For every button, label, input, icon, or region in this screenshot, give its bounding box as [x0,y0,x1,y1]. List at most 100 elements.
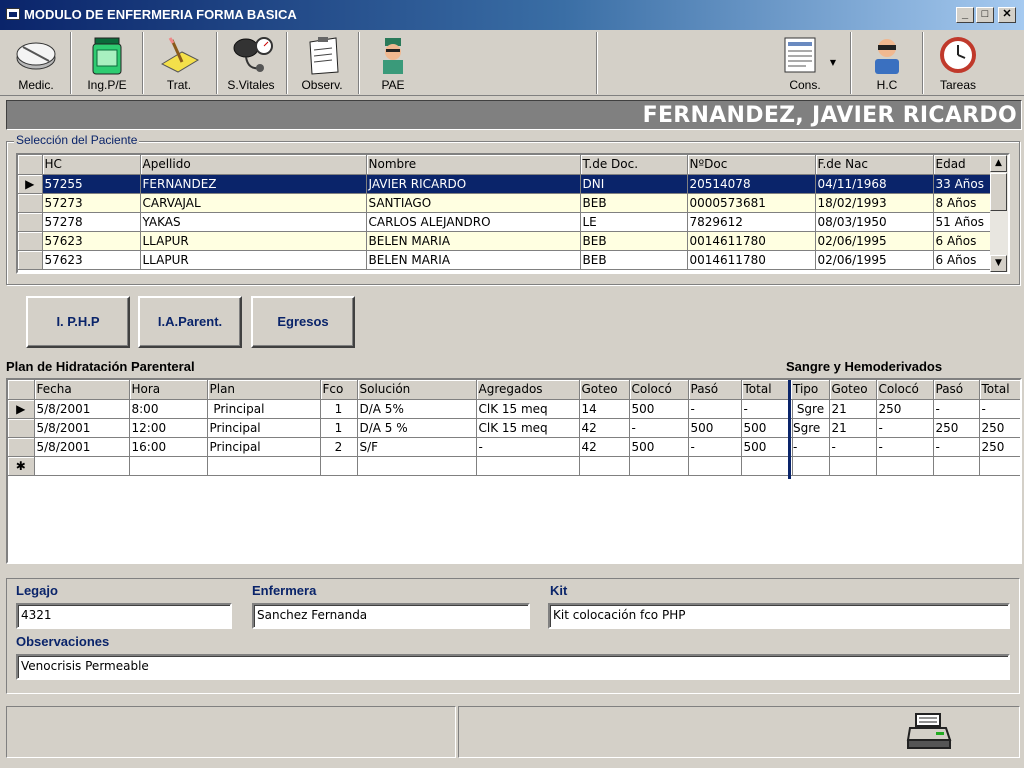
table-cell[interactable]: Principal [207,399,321,419]
new-row-asterisk-icon[interactable]: ✱ [8,456,35,476]
iphp-button[interactable]: I. P.H.P [26,296,130,348]
row-selector[interactable] [18,250,43,270]
column-header[interactable]: Tipo [791,380,830,400]
table-row[interactable]: 5/8/2001 12:00 Principal 1 D/A 5 % ClK 1… [8,418,793,438]
column-header[interactable]: HC [42,155,141,175]
print-button[interactable] [906,712,952,752]
column-header[interactable]: Total [741,380,793,400]
table-row[interactable]: ▶ 5/8/2001 8:00 Principal 1 D/A 5% ClK 1… [8,399,793,419]
table-cell[interactable]: 12:00 [129,418,208,438]
row-selector-arrow-icon[interactable]: ▶ [18,174,43,194]
table-cell[interactable]: 2 [320,437,358,457]
column-header[interactable]: Edad [933,155,993,175]
ing-pe-button[interactable]: Ing.P/E [76,32,138,94]
table-cell[interactable]: - [876,418,934,438]
table-cell[interactable]: 500 [629,437,689,457]
scroll-thumb[interactable] [990,173,1007,211]
table-cell[interactable]: ClK 15 meq [476,399,580,419]
table-cell[interactable]: 250 [979,418,1020,438]
tareas-button[interactable]: Tareas [928,32,988,94]
table-cell[interactable]: 250 [933,418,980,438]
enfermera-field[interactable]: Sanchez Fernanda [252,603,530,629]
table-cell[interactable]: 500 [741,418,793,438]
hc-button[interactable]: H.C [858,32,916,94]
table-cell[interactable]: - [933,437,980,457]
table-row[interactable]: Sgre 21 - 250 250 [791,418,1020,438]
table-cell[interactable]: 1 [320,399,358,419]
table-row[interactable]: 57623 LLAPUR BELEN MARIA BEB 0014611780 … [18,250,993,270]
table-cell[interactable]: 500 [629,399,689,419]
column-header[interactable]: Pasó [933,380,980,400]
table-cell[interactable]: - [791,437,830,457]
patient-grid[interactable]: HC Apellido Nombre T.de Doc. NºDoc F.de … [16,153,1010,274]
table-cell[interactable]: 5/8/2001 [34,437,130,457]
cons-dropdown-arrow[interactable]: ▼ [830,58,836,67]
column-header[interactable]: Colocó [876,380,934,400]
column-header[interactable]: Goteo [829,380,877,400]
column-header[interactable]: T.de Doc. [580,155,688,175]
table-cell[interactable]: 14 [579,399,630,419]
column-header[interactable]: Plan [207,380,321,400]
table-cell[interactable]: - [876,437,934,457]
table-cell[interactable]: 42 [579,418,630,438]
pae-button[interactable]: PAE [364,32,422,94]
table-cell[interactable]: 16:00 [129,437,208,457]
cons-button[interactable]: ▼ Cons. [772,32,838,94]
column-header[interactable]: Nombre [366,155,581,175]
table-cell[interactable]: - [688,437,742,457]
sangre-grid[interactable]: Tipo Goteo Colocó Pasó Total Sgre 21 250… [791,380,1020,476]
table-cell[interactable]: Principal [207,418,321,438]
column-header[interactable]: Solución [357,380,477,400]
table-cell[interactable]: - [741,399,793,419]
table-cell[interactable]: - [629,418,689,438]
column-header[interactable]: Goteo [579,380,630,400]
row-selector[interactable] [8,418,35,438]
egresos-button[interactable]: Egresos [251,296,355,348]
new-row[interactable] [791,456,1020,476]
table-row[interactable]: ▶ 57255 FERNANDEZ JAVIER RICARDO DNI 205… [18,174,993,194]
plan-grid[interactable]: Fecha Hora Plan Fco Solución Agregados G… [6,378,1022,564]
table-cell[interactable]: Sgre [791,418,830,438]
column-header[interactable]: Total [979,380,1020,400]
table-cell[interactable]: 250 [979,437,1020,457]
table-row[interactable]: - - - - 250 [791,437,1020,457]
table-cell[interactable]: 21 [829,399,877,419]
table-cell[interactable]: - [933,399,980,419]
row-selector-arrow-icon[interactable]: ▶ [8,399,35,419]
table-cell[interactable]: Sgre [791,399,830,419]
table-cell[interactable]: - [829,437,877,457]
new-row[interactable]: ✱ [8,456,793,476]
close-button[interactable]: ✕ [998,7,1016,23]
table-cell[interactable]: - [979,399,1020,419]
row-selector[interactable] [18,193,43,213]
table-row[interactable]: Sgre 21 250 - - [791,399,1020,419]
ia-parent-button[interactable]: I.A.Parent. [138,296,242,348]
table-cell[interactable]: 5/8/2001 [34,418,130,438]
table-cell[interactable]: S/F [357,437,477,457]
table-cell[interactable]: 42 [579,437,630,457]
table-cell[interactable]: D/A 5 % [357,418,477,438]
medic-button[interactable]: Medic. [8,32,64,94]
row-selector[interactable] [18,231,43,251]
legajo-field[interactable]: 4321 [16,603,232,629]
maximize-button[interactable]: □ [976,7,994,23]
scroll-down-arrow-icon[interactable]: ▼ [990,255,1007,272]
row-selector[interactable] [8,437,35,457]
trat-button[interactable]: Trat. [148,32,210,94]
observaciones-field[interactable]: Venocrisis Permeable [16,654,1010,680]
column-header[interactable]: Hora [129,380,208,400]
column-header[interactable]: Fecha [34,380,130,400]
table-cell[interactable]: - [688,399,742,419]
column-header[interactable]: Apellido [140,155,367,175]
table-cell[interactable]: 500 [741,437,793,457]
column-header[interactable]: Agregados [476,380,580,400]
table-row[interactable]: 57273 CARVAJAL SANTIAGO BEB 0000573681 1… [18,193,993,213]
column-header[interactable]: Colocó [629,380,689,400]
table-row[interactable]: 57623 LLAPUR BELEN MARIA BEB 0014611780 … [18,231,993,251]
table-cell[interactable]: 500 [688,418,742,438]
svitales-button[interactable]: S.Vitales [220,32,282,94]
scroll-up-arrow-icon[interactable]: ▲ [990,155,1007,172]
row-selector[interactable] [18,212,43,232]
table-cell[interactable]: Principal [207,437,321,457]
table-cell[interactable]: 5/8/2001 [34,399,130,419]
